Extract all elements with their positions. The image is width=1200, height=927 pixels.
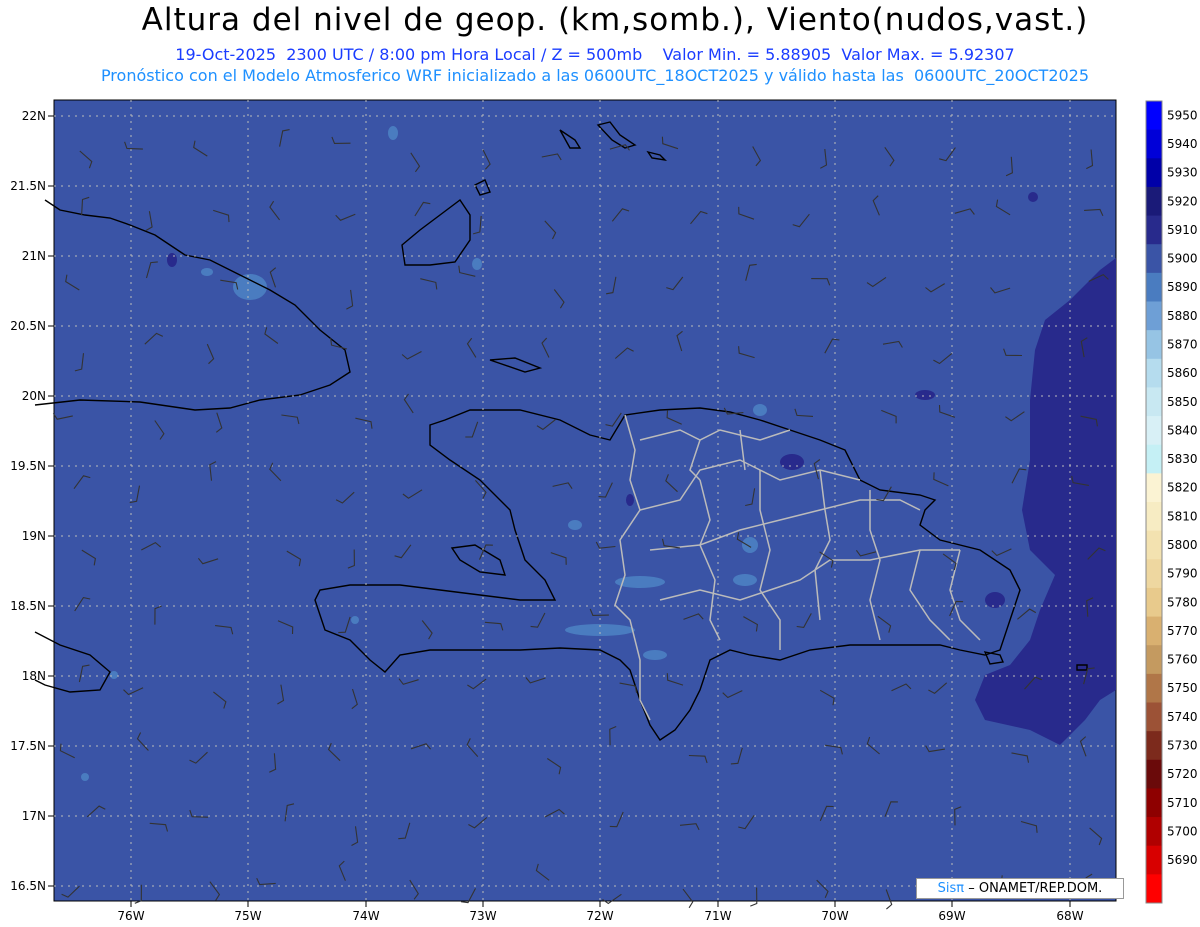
colorbar-label: 5880 — [1167, 309, 1198, 323]
colorbar-label: 5860 — [1167, 366, 1198, 380]
colorbar-label: 5870 — [1167, 337, 1198, 351]
lat-label: 16.5N — [10, 879, 46, 893]
colorbar-label: 5830 — [1167, 452, 1198, 466]
colorbar-swatch — [1146, 587, 1162, 618]
plot-area — [53, 99, 1117, 902]
colorbar-label: 5840 — [1167, 423, 1198, 437]
colorbar-label: 5750 — [1167, 681, 1198, 695]
colorbar-label: 5930 — [1167, 166, 1198, 180]
colorbar-swatch — [1146, 244, 1162, 274]
colorbar-label: 5940 — [1167, 137, 1198, 151]
colorbar-label: 5740 — [1167, 710, 1198, 724]
colorbar-label: 5780 — [1167, 595, 1198, 609]
colorbar-swatch — [1146, 530, 1162, 560]
lat-label: 20N — [22, 389, 46, 403]
colorbar-label: 5890 — [1167, 280, 1198, 294]
colorbar-label: 5710 — [1167, 796, 1198, 810]
credit-box: Sisπ – ONAMET/REP.DOM. — [916, 878, 1124, 899]
lat-label: 17N — [22, 809, 46, 823]
colorbar-swatch — [1146, 645, 1162, 675]
colorbar-label: 5700 — [1167, 824, 1198, 838]
lon-label: 71W — [704, 909, 731, 923]
colorbar-label: 5810 — [1167, 509, 1198, 523]
map-canvas: 22N 21.5N 21N 20.5N 20N 19.5N 19N 18.5N … — [10, 99, 1198, 923]
colorbar-swatch — [1146, 416, 1162, 446]
colorbar-swatch — [1146, 301, 1162, 331]
lat-label: 18.5N — [10, 599, 46, 613]
lat-label: 17.5N — [10, 739, 46, 753]
colorbar-swatch — [1146, 874, 1162, 904]
credit-text: – ONAMET/REP.DOM. — [968, 881, 1103, 896]
lat-label: 22N — [22, 109, 46, 123]
lon-label: 75W — [234, 909, 261, 923]
colorbar-label: 5730 — [1167, 738, 1198, 752]
colorbar-label: 5800 — [1167, 538, 1198, 552]
colorbar-swatch — [1146, 702, 1162, 732]
lat-label: 20.5N — [10, 319, 46, 333]
colorbar-label: 5790 — [1167, 567, 1198, 581]
colorbar-swatch — [1146, 387, 1162, 417]
colorbar-label: 5720 — [1167, 767, 1198, 781]
colorbar-swatch — [1146, 731, 1162, 761]
colorbar-swatch — [1146, 272, 1162, 302]
colorbar-swatch — [1146, 330, 1162, 360]
colorbar-swatch — [1146, 788, 1162, 818]
lat-label: 18N — [22, 669, 46, 683]
lon-label: 74W — [352, 909, 379, 923]
colorbar: 5950 5940 5930 5920 5910 5900 5890 5880 5870 5860… — [1145, 100, 1198, 904]
colorbar-swatch — [1146, 473, 1162, 503]
colorbar-swatch — [1146, 158, 1162, 188]
colorbar-label: 5820 — [1167, 481, 1198, 495]
colorbar-swatch — [1146, 673, 1162, 703]
colorbar-swatch — [1146, 616, 1162, 646]
lon-label: 69W — [938, 909, 965, 923]
lon-label: 68W — [1056, 909, 1083, 923]
colorbar-swatch — [1146, 358, 1162, 388]
colorbar-swatch — [1146, 215, 1162, 245]
colorbar-label: 5760 — [1167, 653, 1198, 667]
colorbar-label: 5920 — [1167, 194, 1198, 208]
colorbar-swatch — [1146, 559, 1162, 589]
colorbar-label: 5910 — [1167, 223, 1198, 237]
colorbar-swatch — [1146, 186, 1162, 217]
colorbar-swatch — [1146, 845, 1162, 875]
lon-label: 70W — [821, 909, 848, 923]
colorbar-label: 5850 — [1167, 395, 1198, 409]
colorbar-swatch — [1146, 502, 1162, 532]
colorbar-label: 5690 — [1167, 853, 1198, 867]
colorbar-swatch — [1146, 817, 1162, 847]
lat-labels: 22N 21.5N 21N 20.5N 20N 19.5N 19N 18.5N … — [10, 109, 46, 893]
lon-labels: 76W 75W 74W 73W 72W 71W 70W 69W 68W — [117, 909, 1083, 923]
colorbar-swatch — [1146, 101, 1162, 131]
colorbar-label: 5770 — [1167, 624, 1198, 638]
colorbar-swatch — [1146, 759, 1162, 789]
lat-label: 19.5N — [10, 459, 46, 473]
colorbar-swatch — [1146, 129, 1162, 159]
colorbar-label: 5900 — [1167, 252, 1198, 266]
lat-label: 19N — [22, 529, 46, 543]
lat-label: 21.5N — [10, 179, 46, 193]
colorbar-swatch — [1146, 444, 1162, 474]
credit-brand: Sisπ — [937, 881, 965, 896]
colorbar-label: 5950 — [1167, 108, 1198, 122]
lon-label: 76W — [117, 909, 144, 923]
lon-label: 72W — [586, 909, 613, 923]
lat-label: 21N — [22, 249, 46, 263]
lon-label: 73W — [469, 909, 496, 923]
